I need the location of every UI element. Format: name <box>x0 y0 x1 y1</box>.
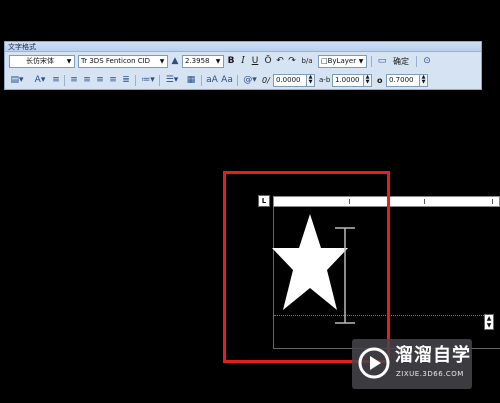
ruler-tick <box>492 199 493 204</box>
text-style-value: 长仿宋体 <box>26 57 54 65</box>
highlight-annotation-box <box>223 171 390 363</box>
chevron-down-icon: ▼ <box>66 58 72 65</box>
align-center-icon[interactable]: ≡ <box>82 74 92 87</box>
toolbar-separator <box>64 75 65 86</box>
columns-icon[interactable]: ▤▾ <box>9 74 25 87</box>
align-left-icon[interactable]: ≡ <box>69 74 79 87</box>
line-spacing-icon[interactable]: ≔▾ <box>140 74 156 87</box>
watermark-name: 溜溜自学 <box>395 345 471 366</box>
chevron-down-icon: ▼ <box>159 58 165 65</box>
watermark: 溜溜自学 ZIXUE.3D66.COM <box>352 339 472 389</box>
mtext-justification-icon[interactable]: A▾ <box>32 74 48 87</box>
toolbar-separator <box>159 75 160 86</box>
toolbar-separator <box>416 56 417 67</box>
color-select[interactable]: □ByLayer ▼ <box>318 55 367 68</box>
spinner-arrows-icon[interactable]: ▲ ▼ <box>363 75 371 86</box>
watermark-url: ZIXUE.3D66.COM <box>396 370 464 378</box>
numbering-icon[interactable]: ☰▾ <box>164 74 180 87</box>
toolbar-separator <box>201 75 202 86</box>
oblique-angle-input[interactable]: 0.0000 ▲ ▼ <box>273 74 315 87</box>
options-icon[interactable]: ⊙ <box>421 55 433 68</box>
toolbar-separator <box>237 75 238 86</box>
italic-button[interactable]: I <box>238 55 248 68</box>
redo-button[interactable]: ↷ <box>287 55 297 68</box>
font-value: Tr 3DS Fenticon CID <box>81 57 151 65</box>
ok-button[interactable]: 确定 <box>393 55 409 68</box>
uppercase-icon[interactable]: aA <box>206 74 218 87</box>
toolbar-row-1: 长仿宋体 ▼ Tr 3DS Fenticon CID ▼ ▲ 2.3958 ▼ … <box>5 54 481 71</box>
lowercase-icon[interactable]: Aa <box>221 74 233 87</box>
align-right-icon[interactable]: ≡ <box>95 74 105 87</box>
width-factor-input[interactable]: 0.7000 ▲ ▼ <box>386 74 428 87</box>
toolbar-separator <box>371 56 372 67</box>
play-logo-icon <box>358 347 390 379</box>
toolbar-row-2: ▤▾ A▾ ≡ ≡ ≡ ≡ ≡ ≣ ≔▾ ☰▾ ▦ aA Aa @▾ 0/ 0.… <box>5 73 481 90</box>
bold-button[interactable]: B <box>226 55 236 68</box>
toolbar-title[interactable]: 文字格式 <box>5 42 481 52</box>
width-factor-value: 0.7000 <box>389 76 414 84</box>
tracking-icon: a-b <box>319 76 331 84</box>
ruler-toggle-icon[interactable]: ▭ <box>375 55 389 68</box>
annotative-icon[interactable]: ▲ <box>170 55 180 68</box>
symbol-icon[interactable]: @▾ <box>242 74 258 87</box>
underline-button[interactable]: U <box>250 55 260 68</box>
stack-button[interactable]: b/a <box>299 55 315 68</box>
spinner-arrows-icon[interactable]: ▲ ▼ <box>419 75 427 86</box>
overline-button[interactable]: Ō <box>263 55 273 68</box>
spinner-arrows-icon[interactable]: ▲ ▼ <box>306 75 314 86</box>
font-select[interactable]: Tr 3DS Fenticon CID ▼ <box>78 55 168 68</box>
text-height-value: 2.3958 <box>185 57 210 65</box>
text-height-select[interactable]: 2.3958 ▼ <box>182 55 224 68</box>
distribute-icon[interactable]: ≣ <box>121 74 131 87</box>
toolbar-separator <box>135 75 136 86</box>
text-formatting-toolbar: 文字格式 长仿宋体 ▼ Tr 3DS Fenticon CID ▼ ▲ 2.39… <box>4 41 482 90</box>
tracking-input[interactable]: 1.0000 ▲ ▼ <box>332 74 372 87</box>
tracking-value: 1.0000 <box>335 76 360 84</box>
undo-button[interactable]: ↶ <box>275 55 285 68</box>
oblique-angle-value: 0.0000 <box>276 76 301 84</box>
paragraph-icon[interactable]: ≡ <box>51 74 61 87</box>
oblique-angle-icon: 0/ <box>262 76 270 85</box>
width-factor-icon: o <box>377 76 383 85</box>
text-style-select[interactable]: 长仿宋体 ▼ <box>9 55 75 68</box>
chevron-down-icon: ▼ <box>215 58 221 65</box>
ruler-tick <box>424 199 425 204</box>
chevron-down-icon: ▼ <box>358 58 364 65</box>
justify-icon[interactable]: ≡ <box>108 74 118 87</box>
editor-scroll-arrows-icon[interactable]: ▲ ▼ <box>484 314 494 330</box>
color-value: □ByLayer <box>321 57 357 65</box>
insert-field-icon[interactable]: ▦ <box>185 74 197 87</box>
